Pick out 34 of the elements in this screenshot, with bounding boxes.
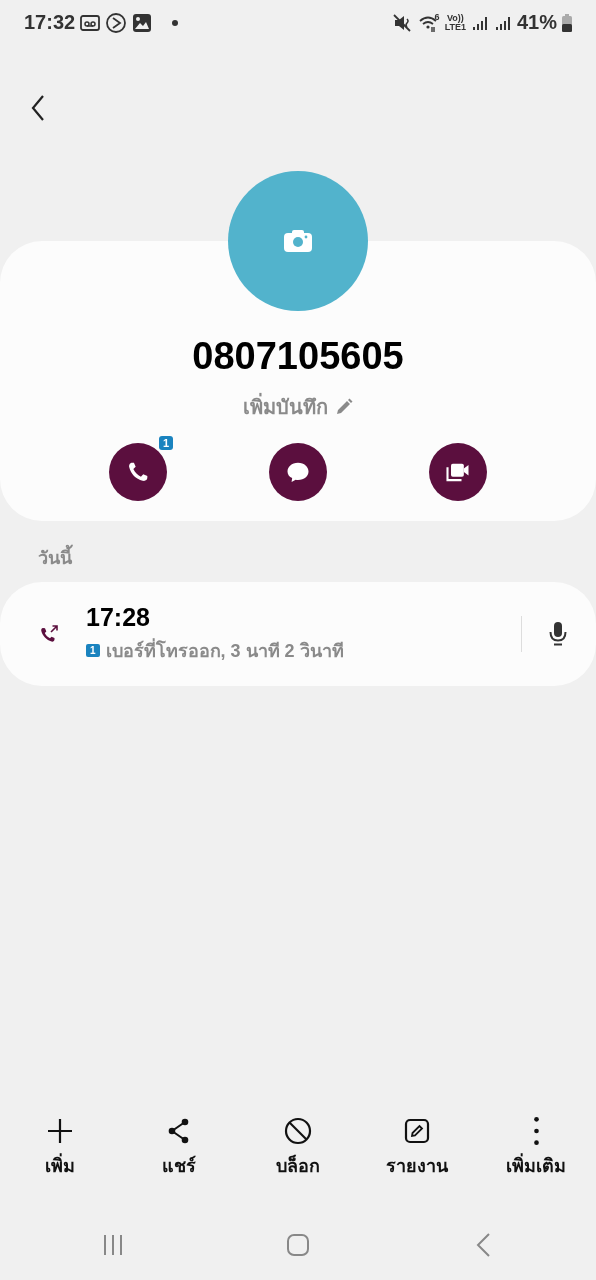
play-circle-icon (105, 11, 128, 34)
edit-button[interactable]: รายงาน (357, 1113, 477, 1184)
share-button[interactable]: แชร์ (119, 1113, 239, 1184)
battery-percent: 41% (516, 11, 557, 34)
block-button[interactable]: บล็อก (238, 1113, 358, 1184)
wifi-label: 6 (434, 13, 440, 22)
microphone-icon[interactable] (548, 621, 568, 647)
clock: 17:32 (24, 11, 76, 34)
plus-icon (45, 1117, 74, 1145)
camera-icon (283, 229, 313, 253)
block-icon (284, 1117, 312, 1145)
sim-badge: 1 (86, 644, 100, 657)
image-icon (132, 12, 153, 33)
more-icon (533, 1117, 539, 1145)
back-icon[interactable] (30, 94, 46, 122)
lte-label: LTE1 (444, 22, 466, 32)
video-button[interactable] (429, 443, 487, 501)
section-header: วันนี้ (0, 521, 596, 582)
call-log-entry[interactable]: 17:28 1 เบอร์ที่โทรออก, 3 นาที 2 วินาที (0, 582, 596, 686)
mute-icon (392, 12, 413, 33)
battery-icon (562, 13, 572, 32)
home-icon[interactable] (286, 1233, 310, 1257)
edit-icon (403, 1117, 432, 1145)
phone-number: 0807105605 (192, 334, 404, 379)
call-time: 17:28 (86, 603, 151, 632)
dot-icon (172, 19, 179, 26)
more-button[interactable]: เพิ่มเติม (476, 1113, 596, 1184)
sim-badge: 1 (158, 436, 173, 450)
message-button[interactable] (269, 443, 327, 501)
plus-button[interactable]: เพิ่ม (0, 1113, 120, 1184)
voicemail-icon (80, 12, 101, 33)
outgoing-call-icon (38, 623, 60, 645)
volte-label: Vo)) (446, 13, 464, 23)
call-details: เบอร์ที่โทรออก, 3 นาที 2 วินาที (105, 636, 344, 665)
